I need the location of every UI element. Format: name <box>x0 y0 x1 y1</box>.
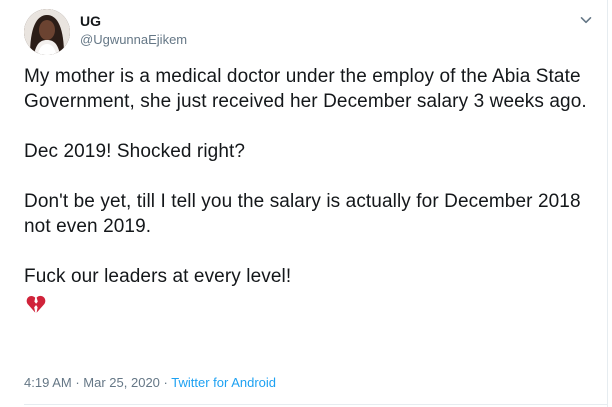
tweet-paragraph: Dec 2019! Shocked right? <box>24 141 246 162</box>
tweet-paragraph: Don't be yet, till I tell you the salary… <box>24 191 586 237</box>
author-handle[interactable]: @UgwunnaEjikem <box>80 32 187 48</box>
avatar-image <box>24 9 70 55</box>
tweet-paragraph: My mother is a medical doctor under the … <box>24 66 587 112</box>
chevron-down-icon[interactable] <box>578 12 594 28</box>
meta-separator: · <box>163 375 168 390</box>
tweet-card: UG @UgwunnaEjikem My mother is a medical… <box>0 0 608 407</box>
tweet-paragraph: Fuck our leaders at every level! <box>24 266 292 287</box>
tweet-time[interactable]: 4:19 AM <box>24 375 72 390</box>
tweet-source-link[interactable]: Twitter for Android <box>171 375 276 390</box>
tweet-text: My mother is a medical doctor under the … <box>24 64 599 317</box>
meta-separator: · <box>75 375 80 390</box>
tweet-date[interactable]: Mar 25, 2020 <box>83 375 160 390</box>
tweet-meta: 4:19 AM · Mar 25, 2020 · Twitter for And… <box>24 375 276 391</box>
avatar[interactable] <box>24 9 70 55</box>
broken-heart-icon <box>24 293 48 317</box>
author-display-name[interactable]: UG <box>80 12 101 30</box>
divider <box>24 404 607 405</box>
